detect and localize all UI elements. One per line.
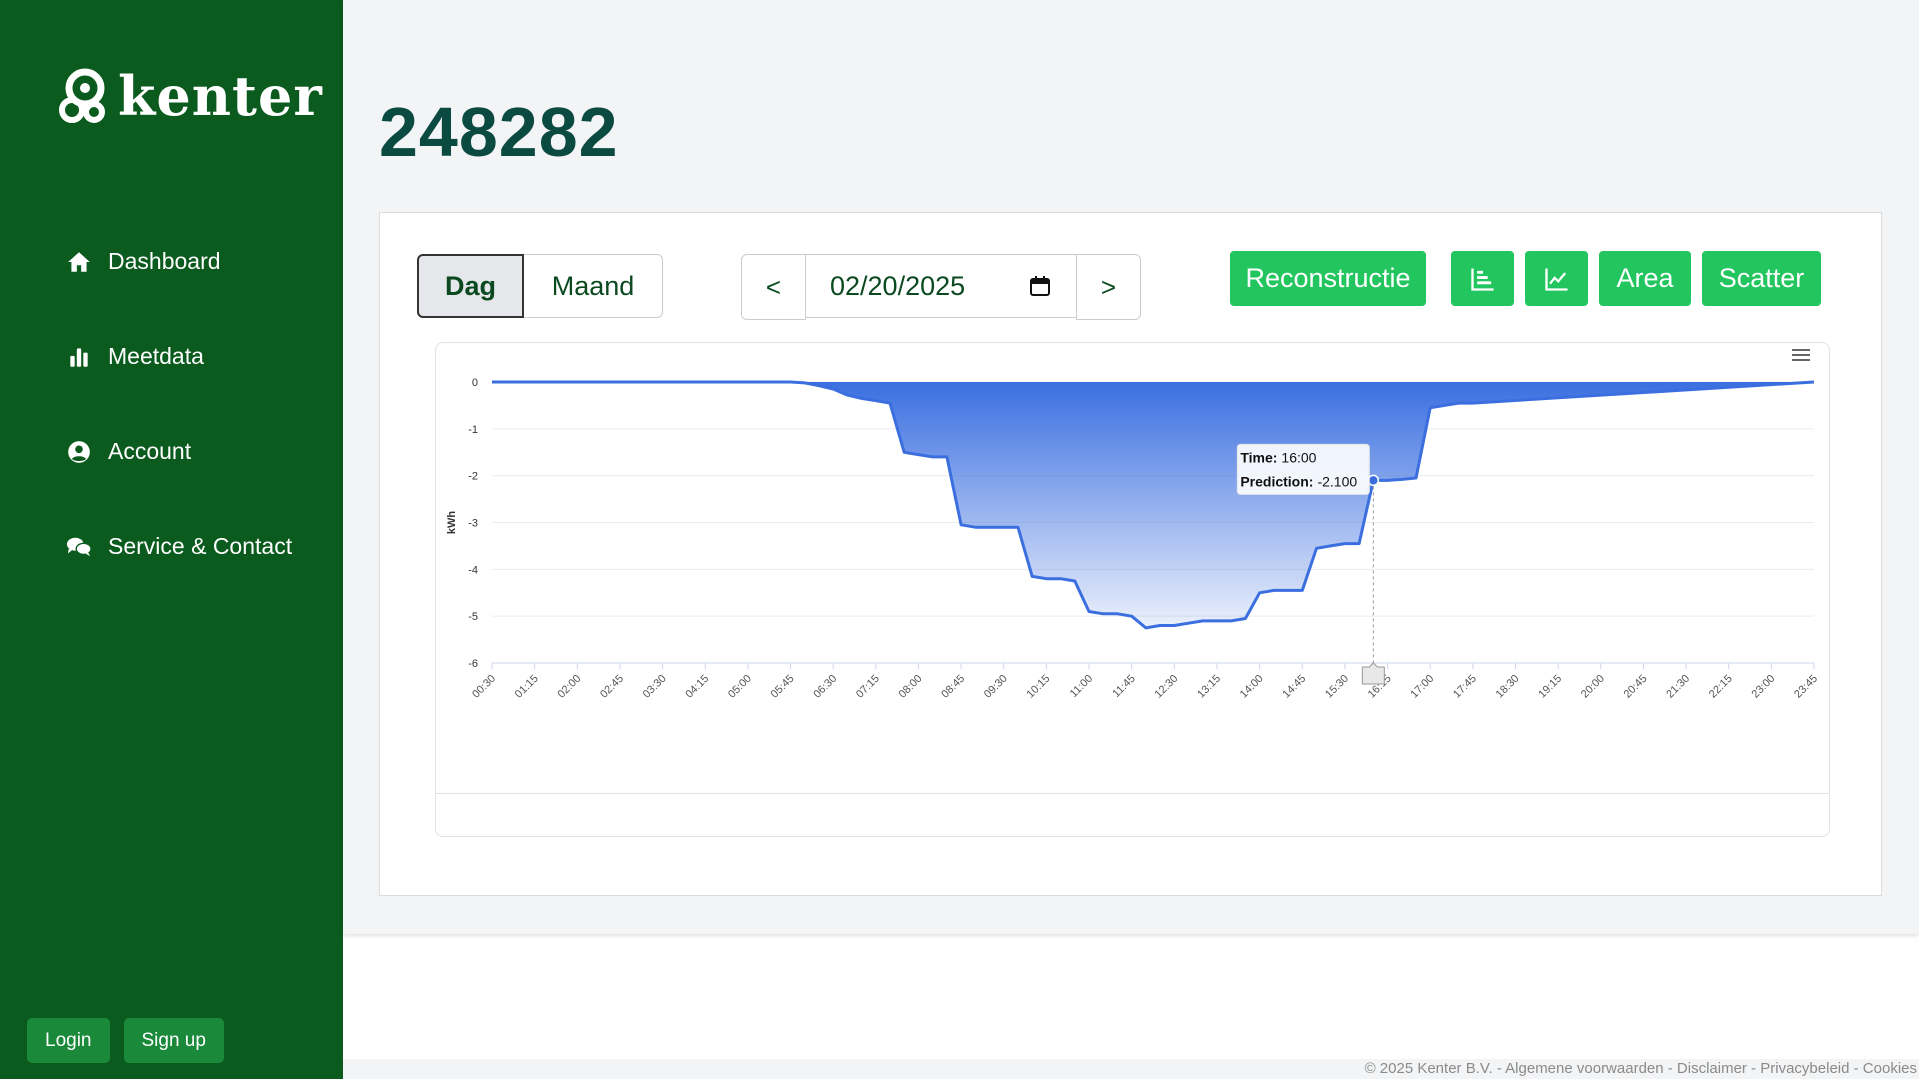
brand-logo[interactable]: kenter [58, 64, 323, 128]
chart-footer-divider [436, 793, 1829, 794]
home-icon [68, 251, 90, 272]
nav-label: Dashboard [108, 248, 221, 274]
x-tick-label: 07:15 [854, 673, 882, 701]
sidebar: kenter Dashboard Meetdata Account Servic… [0, 0, 343, 1079]
chart-card: Dag Maand < 02/20/2025 > Reconstructie A… [379, 212, 1882, 896]
bar-chart-toggle-button[interactable] [1451, 251, 1514, 306]
series-area [492, 382, 1814, 628]
x-tick-label: 12:30 [1152, 673, 1180, 701]
x-tick-label: 14:45 [1280, 673, 1308, 701]
nav-label: Meetdata [108, 343, 204, 369]
calendar-icon[interactable] [1028, 274, 1052, 298]
x-tick-label: 11:45 [1110, 673, 1137, 700]
y-tick-label: -6 [468, 658, 478, 670]
x-tick-label: 14:00 [1238, 673, 1266, 701]
x-tick-label: 02:00 [555, 673, 583, 701]
reconstructie-button[interactable]: Reconstructie [1230, 251, 1426, 306]
x-tick-label: 05:00 [726, 673, 754, 701]
x-tick-label: 17:45 [1451, 673, 1479, 701]
nav-label: Service & Contact [108, 533, 293, 559]
period-month-button[interactable]: Maand [524, 254, 663, 318]
nav-item-dashboard[interactable]: Dashboard [66, 214, 292, 309]
bar-chart-icon [70, 347, 88, 367]
x-tick-label: 23:45 [1792, 673, 1820, 701]
x-tick-label: 18:30 [1494, 673, 1522, 701]
line-chart-toggle-button[interactable] [1525, 251, 1588, 306]
nav-item-meetdata[interactable]: Meetdata [66, 309, 292, 404]
signup-button[interactable]: Sign up [123, 1018, 224, 1063]
tooltip-prediction: Prediction: -2.100 [1240, 473, 1357, 489]
auth-buttons: Login Sign up [27, 1018, 224, 1063]
scatter-chart-button[interactable]: Scatter [1702, 251, 1821, 306]
area-chart: 0 -1 -2 -3 -4 -5 -6 kWh 00:30 01:15 02:00 02:45 03:3… [446, 349, 1820, 701]
nav-item-service-contact[interactable]: Service & Contact [66, 499, 292, 594]
x-tick-label: 06:30 [811, 673, 839, 701]
x-tick-label: 05:45 [769, 673, 797, 701]
x-tick-label: 11:00 [1068, 673, 1095, 700]
login-button[interactable]: Login [27, 1018, 110, 1063]
x-tick-label: 23:00 [1750, 673, 1778, 701]
period-day-button[interactable]: Dag [417, 254, 524, 318]
x-tick-label: 10:15 [1025, 673, 1053, 701]
line-chart-icon [1544, 268, 1567, 291]
y-tick-label: -1 [468, 424, 478, 436]
x-tick-label: 02:45 [598, 673, 626, 701]
bar-chart-icon [1470, 268, 1493, 291]
next-date-button[interactable]: > [1076, 254, 1141, 320]
x-tick-label: 08:00 [897, 673, 925, 701]
x-tick-label: 00:30 [470, 673, 498, 701]
x-tick-label: 21:30 [1664, 673, 1692, 701]
x-tick-label: 13:15 [1195, 673, 1223, 701]
x-tick-label: 15:30 [1323, 673, 1351, 701]
x-tick-label: 01:15 [513, 673, 541, 701]
date-navigator: < 02/20/2025 > [741, 254, 1141, 320]
x-tick-label: 17:00 [1408, 673, 1436, 701]
footer: © 2025 Kenter B.V. - Algemene voorwaarde… [343, 1059, 1919, 1079]
chat-icon [66, 537, 92, 556]
date-value: 02/20/2025 [830, 270, 966, 301]
y-tick-label: -3 [468, 518, 478, 530]
nav-label: Account [108, 438, 192, 464]
prev-date-button[interactable]: < [741, 254, 806, 320]
area-chart-button[interactable]: Area [1599, 251, 1691, 306]
x-tick-label: 20:45 [1622, 673, 1650, 701]
y-tick-label: -2 [468, 471, 478, 483]
nav-item-account[interactable]: Account [66, 404, 292, 499]
crosshair-x-marker [1361, 662, 1385, 685]
x-tick-label: 19:15 [1536, 673, 1564, 701]
period-toggle: Dag Maand [417, 254, 663, 318]
y-tick-label: -5 [468, 611, 478, 623]
kenter-logo-icon [59, 68, 105, 123]
page-title: 248282 [379, 93, 619, 171]
date-input[interactable]: 02/20/2025 [806, 254, 1076, 318]
x-tick-label: 22:15 [1707, 673, 1735, 701]
brand-name: kenter [118, 64, 323, 128]
x-tick-label: 08:45 [939, 673, 967, 701]
x-tick-label: 20:00 [1579, 673, 1607, 701]
user-circle-icon [68, 440, 90, 463]
sidebar-nav: Dashboard Meetdata Account Service & Con… [66, 214, 292, 594]
chart-container: 0 -1 -2 -3 -4 -5 -6 kWh 00:30 01:15 02:00 02:45 03:3… [435, 342, 1830, 837]
x-tick-label: 04:15 [683, 673, 711, 701]
chart-menu-icon[interactable] [1792, 349, 1810, 361]
x-tick-label: 09:30 [982, 673, 1010, 701]
y-tick-label: 0 [472, 377, 478, 389]
y-axis-label: kWh [446, 511, 458, 535]
x-tick-label: 03:30 [641, 673, 669, 701]
y-tick-label: -4 [468, 564, 478, 576]
